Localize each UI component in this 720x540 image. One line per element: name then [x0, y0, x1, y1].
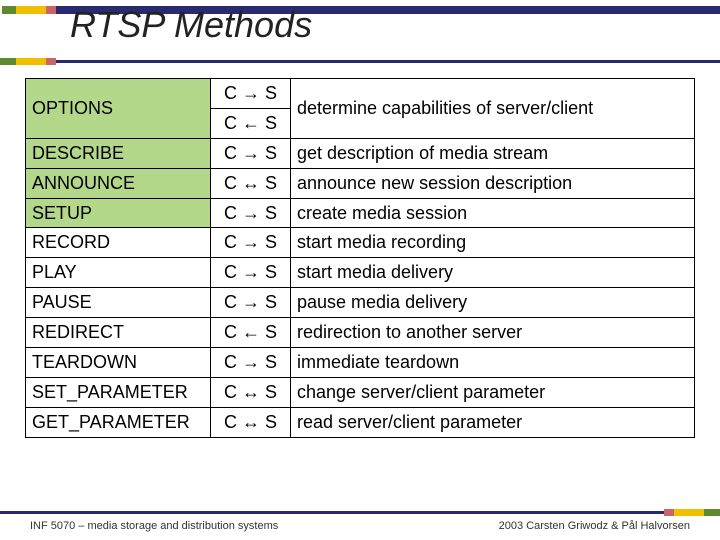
table-row: ANNOUNCEC ↔ Sannounce new session descri… [26, 168, 695, 198]
deco-stripe [16, 6, 46, 14]
direction-cell: C → S [211, 288, 291, 318]
table-row: SETUPC → Screate media session [26, 198, 695, 228]
description-cell: pause media delivery [291, 288, 695, 318]
method-name-cell: REDIRECT [26, 318, 211, 348]
description-cell: determine capabilities of server/client [291, 79, 695, 139]
table-row: PAUSEC → Spause media delivery [26, 288, 695, 318]
method-name-cell: DESCRIBE [26, 138, 211, 168]
description-cell: read server/client parameter [291, 407, 695, 437]
direction-cell: C → S [211, 348, 291, 378]
table-row: REDIRECTC ← Sredirection to another serv… [26, 318, 695, 348]
method-name-cell: ANNOUNCE [26, 168, 211, 198]
method-name-cell: SETUP [26, 198, 211, 228]
description-cell: get description of media stream [291, 138, 695, 168]
direction-cell: C → S [211, 79, 291, 109]
description-cell: start media recording [291, 228, 695, 258]
deco-stripe [0, 58, 56, 65]
direction-cell: C → S [211, 228, 291, 258]
method-name-cell: TEARDOWN [26, 348, 211, 378]
method-name-cell: SET_PARAMETER [26, 377, 211, 407]
direction-cell: C ↔ S [211, 168, 291, 198]
slide: RTSP Methods OPTIONSC → Sdetermine capab… [0, 0, 720, 540]
table-row: DESCRIBEC → Sget description of media st… [26, 138, 695, 168]
description-cell: change server/client parameter [291, 377, 695, 407]
method-name-cell: PAUSE [26, 288, 211, 318]
description-cell: announce new session description [291, 168, 695, 198]
description-cell: start media delivery [291, 258, 695, 288]
table-row: GET_PARAMETERC ↔ Sread server/client par… [26, 407, 695, 437]
method-name-cell: OPTIONS [26, 79, 211, 139]
direction-cell: C → S [211, 258, 291, 288]
methods-table: OPTIONSC → Sdetermine capabilities of se… [25, 78, 695, 438]
direction-cell: C ← S [211, 318, 291, 348]
page-title: RTSP Methods [70, 4, 312, 46]
deco-stripe [664, 509, 720, 516]
table-row: TEARDOWNC → Simmediate teardown [26, 348, 695, 378]
footer-left: INF 5070 – media storage and distributio… [30, 520, 278, 532]
method-name-cell: GET_PARAMETER [26, 407, 211, 437]
description-cell: create media session [291, 198, 695, 228]
table-row: RECORDC → Sstart media recording [26, 228, 695, 258]
direction-cell: C → S [211, 198, 291, 228]
table-row: SET_PARAMETERC ↔ Schange server/client p… [26, 377, 695, 407]
footer-rule [0, 511, 720, 514]
table-row: PLAYC → Sstart media delivery [26, 258, 695, 288]
direction-cell: C ↔ S [211, 407, 291, 437]
footer-right: 2003 Carsten Griwodz & Pål Halvorsen [499, 520, 690, 532]
table-row: OPTIONSC → Sdetermine capabilities of se… [26, 79, 695, 109]
title-underline [56, 60, 720, 63]
direction-cell: C ↔ S [211, 377, 291, 407]
direction-cell: C → S [211, 138, 291, 168]
description-cell: redirection to another server [291, 318, 695, 348]
method-name-cell: RECORD [26, 228, 211, 258]
method-name-cell: PLAY [26, 258, 211, 288]
direction-cell: C ← S [211, 108, 291, 138]
deco-stripe [2, 6, 16, 14]
deco-stripe [46, 6, 56, 14]
description-cell: immediate teardown [291, 348, 695, 378]
